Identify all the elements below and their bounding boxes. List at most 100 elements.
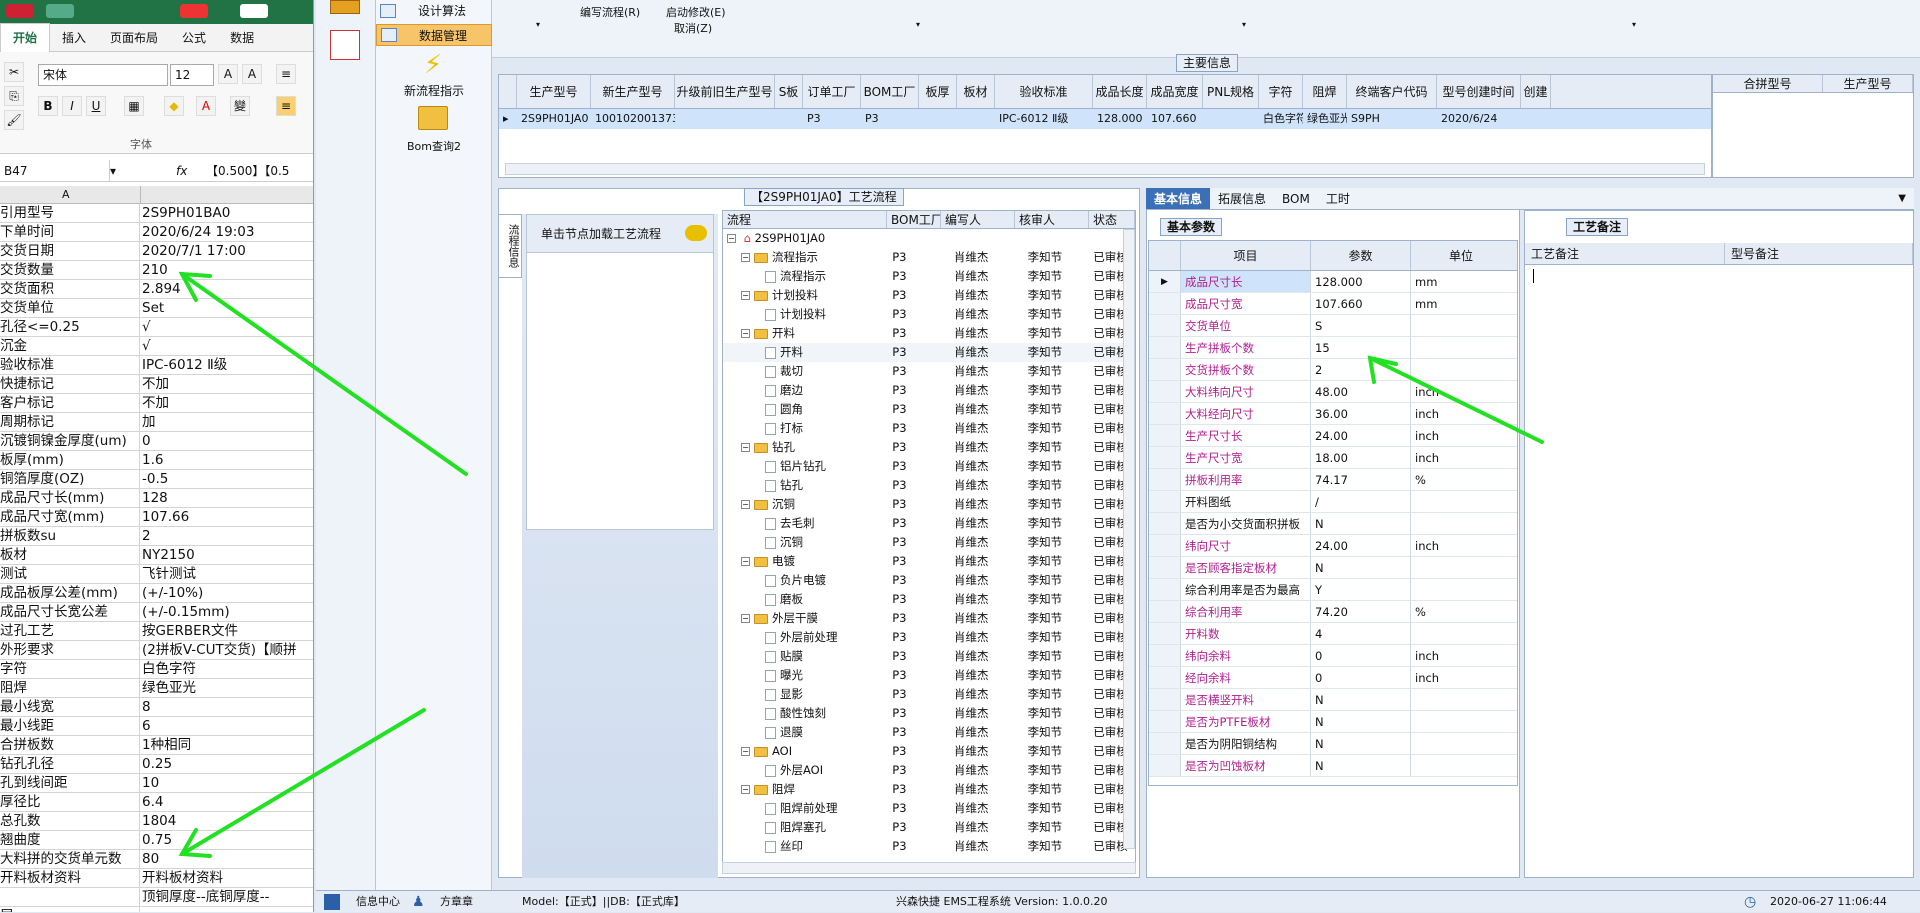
cell-b[interactable]: 0 [140, 432, 313, 450]
column-header[interactable]: 板材 [957, 75, 995, 108]
collapse-icon[interactable]: − [727, 234, 736, 243]
tree-node[interactable]: − 电镀 P3 肖维杰 李知节 已审核 [723, 552, 1135, 571]
cell-b[interactable]: 0.75 [140, 831, 313, 849]
cell-b[interactable]: (2拼板V-CUT交货)【顺拼 [140, 641, 313, 659]
cell-a[interactable]: 交货日期 [0, 242, 140, 260]
table-cell[interactable] [1203, 109, 1259, 129]
cell-b[interactable] [140, 907, 313, 912]
table-row[interactable]: 沉金 √ [0, 337, 313, 356]
row-selector[interactable] [1149, 469, 1181, 490]
column-header[interactable]: 生产型号 [517, 75, 591, 108]
cell-b[interactable]: 2 [140, 527, 313, 545]
table-row[interactable]: 快捷标记 不加 [0, 375, 313, 394]
cell-b[interactable]: 绿色亚光 [140, 679, 313, 697]
cell-a[interactable]: 快捷标记 [0, 375, 140, 393]
param-row[interactable]: 是否为凹蚀板材 N [1149, 755, 1517, 777]
cell-b[interactable]: 2.894 [140, 280, 313, 298]
cell-a[interactable]: 测试 [0, 565, 140, 583]
param-row[interactable]: 是否为PTFE板材 N [1149, 711, 1517, 733]
cell-b[interactable]: 10 [140, 774, 313, 792]
tree-node[interactable]: 沉铜 P3 肖维杰 李知节 已审核 [723, 533, 1135, 552]
cell-a[interactable]: 总孔数 [0, 812, 140, 830]
param-value[interactable]: S [1311, 315, 1411, 336]
table-row[interactable]: 客户标记 不加 [0, 394, 313, 413]
table-cell[interactable] [775, 109, 803, 129]
cell-b[interactable]: 8 [140, 698, 313, 716]
tree-node[interactable]: − 钻孔 P3 肖维杰 李知节 已审核 [723, 438, 1135, 457]
tree-node[interactable]: 阻焊塞孔 P3 肖维杰 李知节 已审核 [723, 818, 1135, 837]
fx-icon[interactable]: fx [176, 160, 187, 182]
merge-grid[interactable]: 合拼型号 生产型号 [1712, 74, 1914, 178]
cell-a[interactable]: 铜箔厚度(OZ) [0, 470, 140, 488]
tab-home[interactable]: 开始 [0, 23, 51, 52]
table-row[interactable]: 测试 飞针测试 [0, 565, 313, 584]
nav-item-data-management[interactable]: 数据管理 [376, 24, 492, 46]
cell-a[interactable]: 周期标记 [0, 413, 140, 431]
table-row[interactable]: 沉镀铜镍金厚度(um) 0 [0, 432, 313, 451]
increase-font-icon[interactable]: A [218, 64, 238, 84]
param-row[interactable]: 是否顾客指定板材 N [1149, 557, 1517, 579]
vertical-tab-process-info[interactable]: 流程信息 [498, 214, 522, 278]
table-row[interactable]: 合拼板数 1种相同 [0, 736, 313, 755]
calculator-icon[interactable] [330, 0, 360, 14]
column-header[interactable]: 字符 [1259, 75, 1303, 108]
param-row[interactable]: 开料图纸 / [1149, 491, 1517, 513]
param-value[interactable]: 36.00 [1311, 403, 1411, 424]
param-value[interactable]: 2 [1311, 359, 1411, 380]
param-value[interactable]: 24.00 [1311, 535, 1411, 556]
cell-a[interactable]: 验收标准 [0, 356, 140, 374]
row-selector[interactable] [1149, 293, 1181, 314]
cell-b[interactable]: 1804 [140, 812, 313, 830]
copy-icon[interactable]: ⎘ [4, 86, 24, 106]
table-row[interactable]: 翘曲度 0.75 [0, 831, 313, 850]
tree-node[interactable]: − 沉铜 P3 肖维杰 李知节 已审核 [723, 495, 1135, 514]
cell-a[interactable]: 交货数量 [0, 261, 140, 279]
column-header[interactable]: 验收标准 [995, 75, 1093, 108]
phonetic-icon[interactable]: 變 [230, 96, 250, 116]
chevron-down-icon[interactable]: ▾ [110, 160, 122, 182]
horizontal-scrollbar[interactable] [505, 163, 1705, 175]
row-selector[interactable] [1149, 535, 1181, 556]
cell-a[interactable]: 翘曲度 [0, 831, 140, 849]
table-row[interactable]: 孔到线间距 10 [0, 774, 313, 793]
chevron-down-icon[interactable]: ▾ [1242, 20, 1246, 29]
tree-node[interactable]: 圆角 P3 肖维杰 李知节 已审核 [723, 400, 1135, 419]
row-selector[interactable] [1149, 381, 1181, 402]
param-value[interactable]: 15 [1311, 337, 1411, 358]
chevron-down-icon[interactable]: ▾ [1632, 20, 1636, 29]
cell-a[interactable]: 沉金 [0, 337, 140, 355]
param-value[interactable]: Y [1311, 579, 1411, 600]
align-top-icon[interactable]: ≡ [276, 64, 296, 84]
lightning-icon[interactable]: ⚡ [416, 50, 450, 80]
row-selector[interactable] [1149, 557, 1181, 578]
tree-node[interactable]: 磨边 P3 肖维杰 李知节 已审核 [723, 381, 1135, 400]
cell-b[interactable]: NY2150 [140, 546, 313, 564]
param-row[interactable]: 是否为阴阳铜结构 N [1149, 733, 1517, 755]
row-selector[interactable] [1149, 337, 1181, 358]
formula-input[interactable]: 【0.500】【0.5 [206, 160, 289, 182]
column-header[interactable]: 成品长度 [1093, 75, 1147, 108]
column-header[interactable]: 参数 [1311, 241, 1411, 270]
tree-node[interactable]: 显影 P3 肖维杰 李知节 已审核 [723, 685, 1135, 704]
tree-node[interactable]: 计划投料 P3 肖维杰 李知节 已审核 [723, 305, 1135, 324]
table-row[interactable]: 周期标记加 [0, 413, 313, 432]
tree-node[interactable]: 磨板 P3 肖维杰 李知节 已审核 [723, 590, 1135, 609]
tree-node[interactable]: 流程指示 P3 肖维杰 李知节 已审核 [723, 267, 1135, 286]
cell-a[interactable]: 孔到线间距 [0, 774, 140, 792]
table-row[interactable]: 交货数量 210 [0, 261, 313, 280]
tree-node[interactable]: − 计划投料 P3 肖维杰 李知节 已审核 [723, 286, 1135, 305]
column-header[interactable]: 订单工厂 [803, 75, 861, 108]
table-row[interactable]: 字符 白色字符 [0, 660, 313, 679]
font-size-select[interactable]: 12 [170, 64, 214, 86]
table-cell[interactable] [675, 109, 775, 129]
param-row[interactable]: 拼板利用率 74.17% [1149, 469, 1517, 491]
collapse-icon[interactable]: − [741, 614, 750, 623]
write-flow-button[interactable]: 编写流程(R) [580, 4, 640, 20]
collapse-icon[interactable]: − [741, 443, 750, 452]
tree-node[interactable]: 钻孔 P3 肖维杰 李知节 已审核 [723, 476, 1135, 495]
cell-b[interactable]: 6.4 [140, 793, 313, 811]
nav-item-design-algorithm[interactable]: 设计算法 [376, 0, 492, 22]
cell-b[interactable]: √ [140, 337, 313, 355]
param-value[interactable]: 24.00 [1311, 425, 1411, 446]
cell-b[interactable]: 加 [140, 413, 313, 431]
